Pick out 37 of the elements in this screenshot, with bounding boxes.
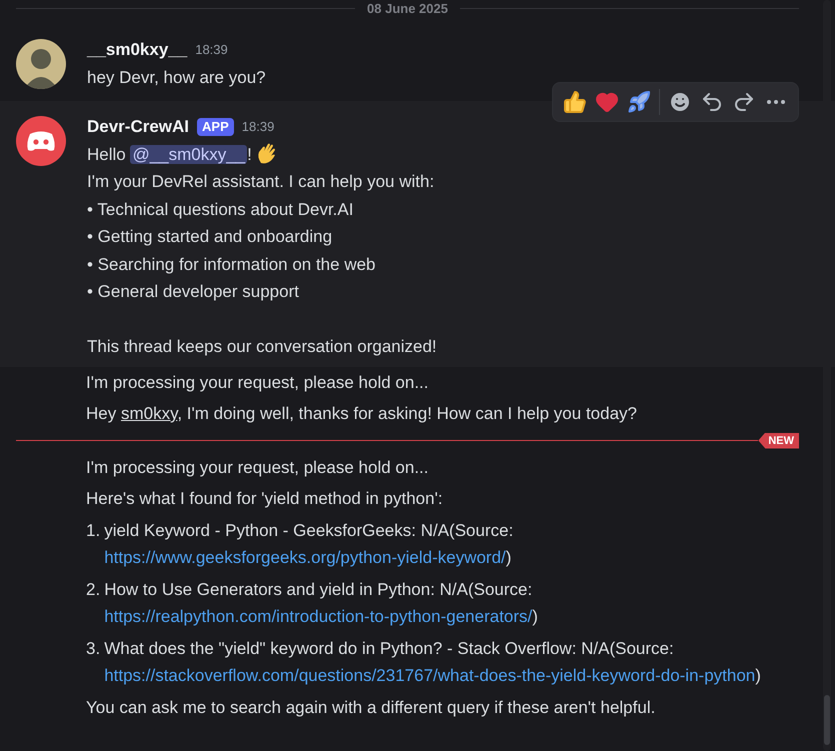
message-text: Here's what I found for 'yield method in python': xyxy=(86,488,444,510)
heart-icon[interactable] xyxy=(595,90,619,114)
bullet-item: • General developer support xyxy=(87,281,300,303)
bullet-item: • Searching for information on the web xyxy=(87,254,377,276)
smiley-icon[interactable] xyxy=(668,90,692,114)
message-text: I'm your DevRel assistant. I can help you with: xyxy=(87,171,436,193)
username: Devr-CrewAI xyxy=(87,116,190,138)
result-link[interactable]: https://www.geeksforgeeks.org/python-yield-keyword/ xyxy=(104,548,506,567)
rocket-icon[interactable] xyxy=(627,90,651,114)
new-messages-tag: NEW xyxy=(758,432,799,448)
message-text: I'm processing your request, please hold on... xyxy=(86,372,430,394)
search-result: yield Keyword - Python - GeeksforGeeks: N/A(Source: https://www.geeksforgeeks.org/python-yield-keyword/) xyxy=(104,520,514,569)
app-badge: APP xyxy=(197,118,234,136)
timestamp: 18:39 xyxy=(195,41,228,59)
result-link[interactable]: https://stackoverflow.com/questions/231767/what-does-the-yield-keyword-do-in-python xyxy=(104,666,756,685)
username: __sm0kxy__ xyxy=(87,39,188,61)
list-number: 3. xyxy=(86,638,100,660)
search-result: What does the "yield" keyword do in Python? - Stack Overflow: N/A(Source: https://stackoverflow.com/questions/231767/what-does-the-yield-keyword-do-in-python) xyxy=(104,638,762,687)
date-divider: 08 June 2025 xyxy=(367,0,448,16)
message-text: You can ask me to search again with a different query if these aren't helpful. xyxy=(86,696,656,718)
timestamp: 18:39 xyxy=(242,118,274,136)
result-link[interactable]: https://realpython.com/introduction-to-python-generators/ xyxy=(104,607,532,626)
user-avatar xyxy=(16,39,66,89)
bullet-item: • Technical questions about Devr.AI xyxy=(87,198,354,220)
message-text: Hello @__sm0kxy__! xyxy=(87,144,252,166)
list-number: 1. xyxy=(86,520,100,542)
reply-icon[interactable] xyxy=(700,90,724,114)
message-text: I'm processing your request, please hold on... xyxy=(86,456,430,478)
message-text: Hey sm0kxy, I'm doing well, thanks for asking! How can I help you today? xyxy=(86,403,638,425)
forward-icon[interactable] xyxy=(732,90,756,114)
message-text: hey Devr, how are you? xyxy=(87,66,267,88)
bullet-item: • Getting started and onboarding xyxy=(87,226,334,248)
search-result: How to Use Generators and yield in Python: N/A(Source: https://realpython.com/introduction-to-python-generators/) xyxy=(104,578,539,628)
message-text: This thread keeps our conversation organized! xyxy=(87,336,438,358)
thumbs-up-icon[interactable] xyxy=(563,90,587,114)
bot-avatar xyxy=(16,116,66,166)
list-number: 2. xyxy=(86,578,100,600)
